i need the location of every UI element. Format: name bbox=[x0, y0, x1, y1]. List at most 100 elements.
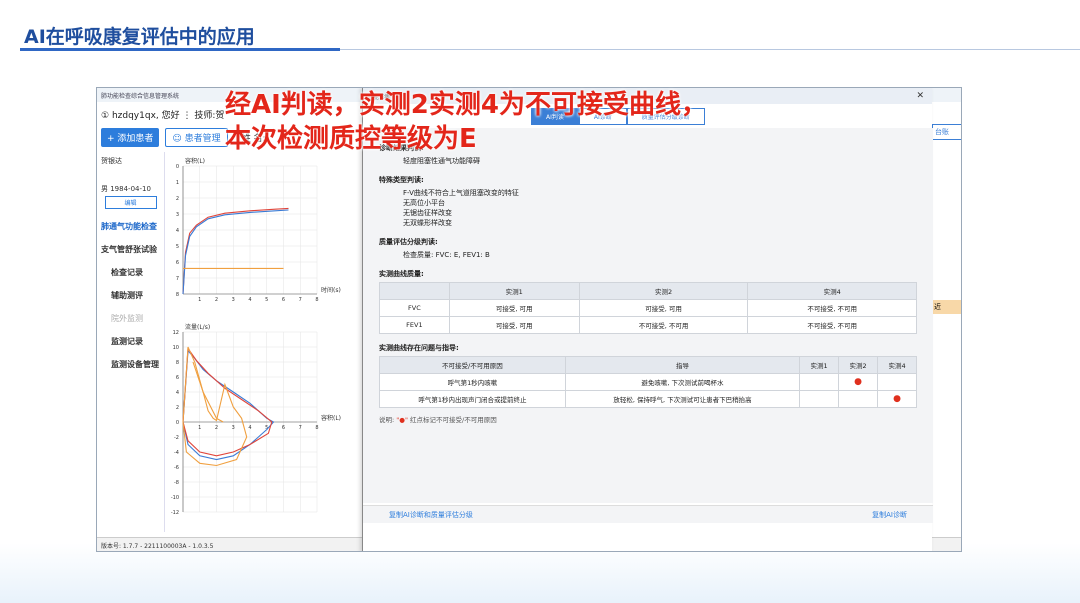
flow-volume-chart: 121086420-2-4-6-8-10-121 2 3 4 5 6 7 8流量(L/s)容积… bbox=[171, 323, 341, 516]
special-item: 无双蝶形样改变 bbox=[403, 219, 452, 227]
patient-info: 男 1984-04-10 bbox=[101, 185, 151, 193]
quality-value: 检查质量: FVC: E, FEV1: B bbox=[403, 251, 490, 259]
annotation-overlay: 经AI判读，实测2实测4为不可接受曲线， 本次检测质控等级为E bbox=[225, 88, 707, 156]
y-tick-label: -2 bbox=[174, 435, 179, 441]
nav-records[interactable]: 检查记录 bbox=[97, 261, 164, 284]
nav-spirometry[interactable]: 肺通气功能检查 bbox=[97, 215, 164, 238]
right-panel: 台账 近 bbox=[932, 104, 961, 534]
nav-bronchodilator[interactable]: 支气管舒张试验 bbox=[97, 238, 164, 261]
x-tick-label: 4 bbox=[248, 425, 251, 431]
curve-quality-label: 实测曲线质量: bbox=[379, 270, 424, 278]
user-icon: ① bbox=[101, 111, 110, 121]
title-underline bbox=[20, 48, 340, 51]
table-header: 不可接受/不可用原因 指导 实测1 实测2 实测4 bbox=[379, 356, 917, 374]
user-greeting: hzdqy1qx, 您好 bbox=[111, 111, 180, 121]
nav-monitor-records[interactable]: 监测记录 bbox=[97, 330, 164, 353]
y-tick-label: 12 bbox=[173, 330, 179, 336]
right-tag: 近 bbox=[932, 300, 961, 314]
dialog-footer: 复制AI诊断和质量评估分级 复制AI诊断 bbox=[363, 505, 933, 523]
y-tick-label: -8 bbox=[174, 480, 179, 486]
table-row: 呼气第1秒内出现声门闭合或提前终止 放轻松, 保持呼气, 下次测试可让患者下巴稍… bbox=[379, 390, 917, 408]
x-tick-label: 3 bbox=[232, 425, 235, 431]
y-tick-label: -10 bbox=[171, 495, 179, 501]
ledger-button[interactable]: 台账 bbox=[932, 124, 961, 140]
x-tick-label: 3 bbox=[232, 297, 235, 302]
x-tick-label: 2 bbox=[215, 297, 218, 302]
x-tick-label: 6 bbox=[282, 425, 285, 431]
chart-area: 0 1 2 3 4 5 6 7 8 1 2 3 4 5 6 7 8 容积(L) 时间(s) 12 10 8 6 4 2 0 -2-… bbox=[167, 152, 359, 532]
patient-name: 贺银达 bbox=[101, 157, 122, 165]
x-tick-label: 4 bbox=[248, 297, 251, 302]
nav-device-mgmt[interactable]: 监测设备管理 bbox=[97, 353, 164, 376]
y-tick-label: 3 bbox=[176, 212, 179, 218]
y-tick-label: 8 bbox=[176, 360, 179, 366]
left-nav: 贺银达 男 1984-04-10 编辑 肺通气功能检查 支气管舒张试验 检查记录… bbox=[97, 152, 165, 532]
title-divider bbox=[340, 49, 1080, 50]
table-row: 呼气第1秒内咳嗽 避免咳嗽, 下次测试前喝杯水 ● bbox=[379, 373, 917, 391]
close-icon[interactable]: ✕ bbox=[916, 91, 924, 101]
patient-card: 贺银达 男 1984-04-10 编辑 bbox=[97, 152, 164, 215]
series-line bbox=[182, 209, 289, 295]
problem-table: 不可接受/不可用原因 指导 实测1 实测2 实测4 呼气第1秒内咳嗽 避免咳嗽,… bbox=[379, 356, 917, 408]
quality-label: 质量评估分级判读: bbox=[379, 238, 438, 246]
y-tick-label: 8 bbox=[176, 292, 179, 298]
edit-button[interactable]: 编辑 bbox=[104, 196, 157, 209]
nav-outside[interactable]: 院外监测 bbox=[97, 307, 164, 330]
x-tick-label: 5 bbox=[265, 297, 268, 302]
y-axis-label: 容积(L) bbox=[185, 157, 205, 165]
add-patient-button[interactable]: + 添加患者 bbox=[101, 128, 160, 147]
app-screenshot: 肺功能检查综合信息管理系统 ① hzdqy1qx, 您好 ⋮ 技师:贺 + 添加… bbox=[96, 87, 962, 552]
y-tick-label: 2 bbox=[176, 405, 179, 411]
y-tick-label: 10 bbox=[173, 345, 179, 351]
y-tick-label: 5 bbox=[176, 244, 179, 250]
x-tick-label: 1 bbox=[198, 425, 201, 431]
nav-assist[interactable]: 辅助测评 bbox=[97, 284, 164, 307]
series-line bbox=[182, 346, 248, 467]
tech-label: 技师:贺 bbox=[194, 111, 225, 121]
copy-ai-link[interactable]: 复制AI诊断 bbox=[872, 510, 907, 519]
problem-label: 实测曲线存在问题与指导: bbox=[379, 344, 459, 352]
y-tick-label: 4 bbox=[176, 228, 179, 234]
table-header: 实测1 实测2 实测4 bbox=[379, 282, 917, 300]
special-item: 无锯齿征样改变 bbox=[403, 209, 452, 217]
x-tick-label: 8 bbox=[315, 425, 318, 431]
special-label: 特殊类型判读: bbox=[379, 176, 424, 184]
special-item: 无高位小平台 bbox=[403, 199, 445, 207]
dialog-body: 诊断结果判读: 轻度阻塞性通气功能障碍 特殊类型判读: F-V曲线不符合上气道阻… bbox=[363, 128, 933, 503]
x-tick-label: 7 bbox=[299, 425, 302, 431]
annotation-line2: 本次检测质控等级为E bbox=[225, 124, 477, 154]
x-axis-label: 容积(L) bbox=[321, 414, 341, 422]
y-tick-label: -4 bbox=[174, 450, 179, 456]
y-tick-label: 6 bbox=[176, 375, 179, 381]
version-text: 版本号: 1.7.7 - 2211100003A - 1.0.3.5 bbox=[101, 543, 214, 550]
patient-mgmt-button[interactable]: ☺ 患者管理 bbox=[165, 128, 228, 147]
y-tick-label: 2 bbox=[176, 196, 179, 202]
ai-dialog: 智能诊断 ✕ AI判读 AI诊断 质量评估分级诊断 诊断结果判读: 轻度阻塞性通… bbox=[362, 88, 933, 551]
red-dot-marker: ● bbox=[838, 373, 879, 391]
x-axis-label: 时间(s) bbox=[321, 286, 341, 294]
slide-title: AI在呼吸康复评估中的应用 bbox=[24, 26, 255, 48]
red-dot-marker: ● bbox=[877, 390, 917, 408]
y-tick-label: 0 bbox=[176, 420, 179, 426]
copy-ai-quality-link[interactable]: 复制AI诊断和质量评估分级 bbox=[389, 510, 473, 519]
special-item: F-V曲线不符合上气道阻塞改变的特征 bbox=[403, 189, 519, 197]
curve-quality-table: 实测1 实测2 实测4 FVC 可接受, 可用 可接受, 可用 不可接受, 不可… bbox=[379, 282, 917, 334]
x-tick-label: 1 bbox=[198, 297, 201, 302]
x-tick-label: 6 bbox=[282, 297, 285, 302]
y-tick-label: -12 bbox=[171, 510, 179, 516]
y-tick-label: 7 bbox=[176, 276, 179, 282]
series-line bbox=[182, 207, 289, 295]
y-tick-label: -6 bbox=[174, 465, 179, 471]
x-tick-label: 2 bbox=[215, 425, 218, 431]
x-tick-label: 7 bbox=[299, 297, 302, 302]
diag-value: 轻度阻塞性通气功能障碍 bbox=[403, 157, 480, 165]
table-row: FVC 可接受, 可用 可接受, 可用 不可接受, 不可用 bbox=[379, 299, 917, 317]
footer-decoration bbox=[0, 543, 1080, 603]
app-title: 肺功能检查综合信息管理系统 bbox=[101, 93, 180, 100]
series-line bbox=[182, 346, 273, 457]
annotation-line1: 经AI判读，实测2实测4为不可接受曲线， bbox=[225, 90, 707, 120]
y-tick-label: 1 bbox=[176, 180, 179, 186]
x-tick-label: 8 bbox=[315, 297, 318, 302]
table-row: FEV1 可接受, 可用 不可接受, 不可用 不可接受, 不可用 bbox=[379, 316, 917, 334]
legend-note: 说明: "●" 红点标记不可接受/不可用原因 bbox=[379, 416, 497, 424]
